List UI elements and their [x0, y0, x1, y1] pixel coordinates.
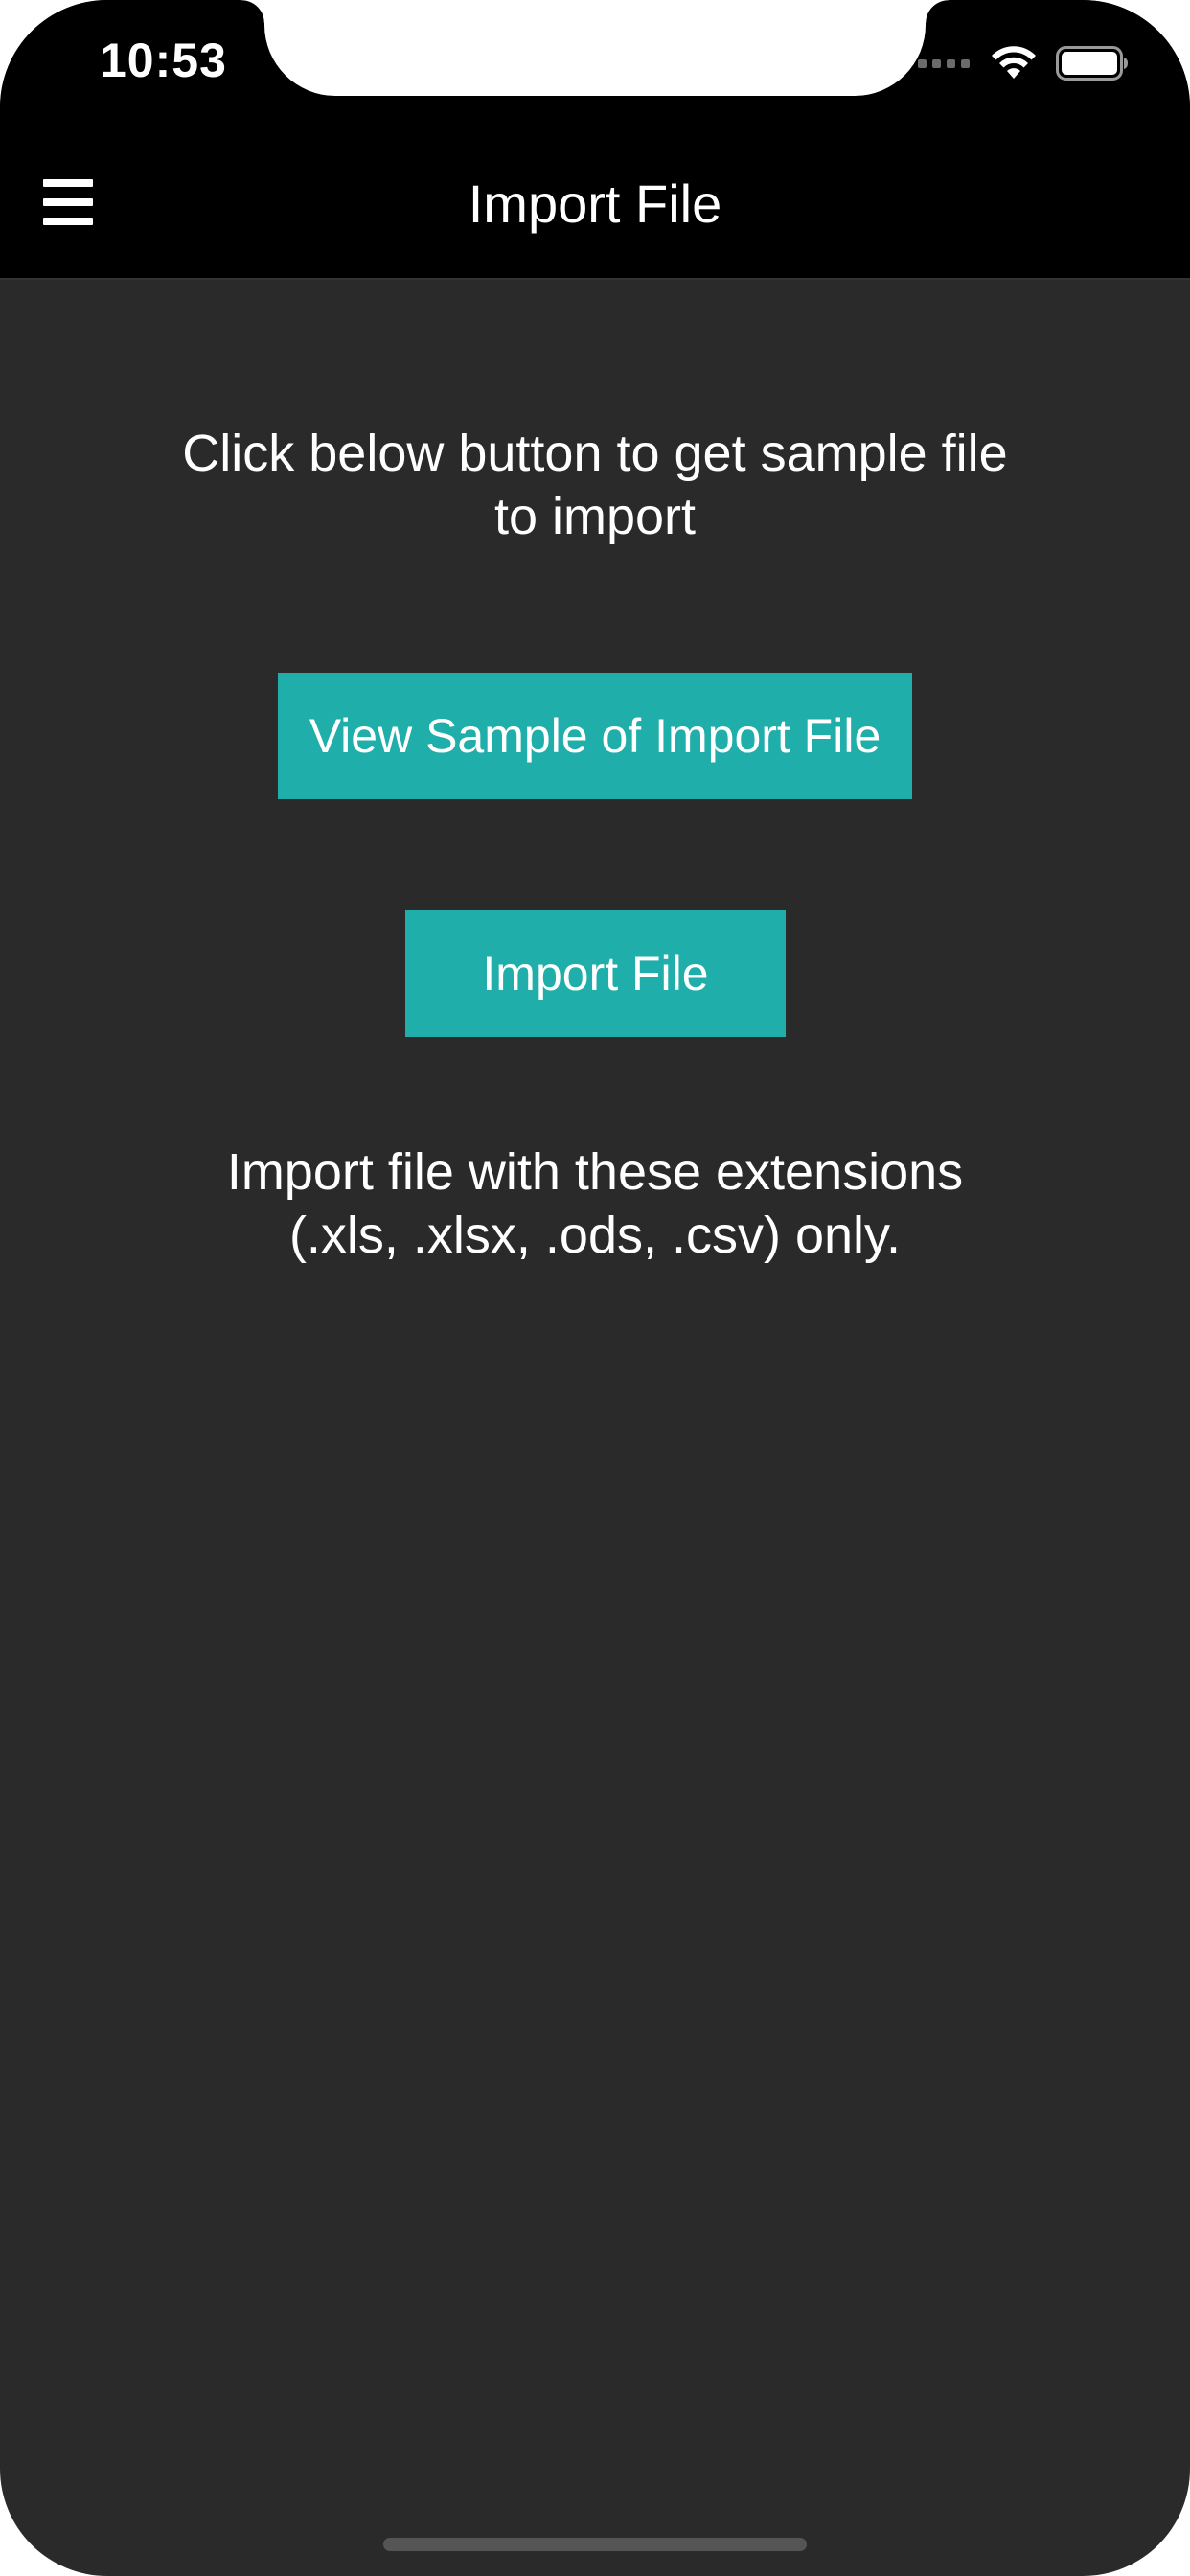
- nav-divider: [0, 278, 1190, 280]
- import-file-button[interactable]: Import File: [405, 910, 786, 1037]
- wifi-icon: [991, 46, 1037, 80]
- extensions-note-line-1: Import file with these extensions: [226, 1143, 964, 1201]
- status-icons: [918, 42, 1129, 84]
- extensions-note-line-2: (.xls, .xlsx, .ods, .csv) only.: [288, 1207, 902, 1264]
- extensions-note: Import file with these extensions (.xls,…: [115, 1140, 1075, 1267]
- instruction-line-2: to import: [493, 488, 697, 545]
- battery-icon: [1056, 46, 1129, 80]
- view-sample-button[interactable]: View Sample of Import File: [278, 673, 912, 799]
- instruction-text: Click below button to get sample file to…: [115, 422, 1075, 548]
- instruction-line-1: Click below button to get sample file: [182, 425, 1008, 482]
- page-title: Import File: [468, 173, 722, 234]
- signal-dots-icon: [918, 58, 970, 68]
- home-indicator[interactable]: [383, 2538, 807, 2551]
- device-notch: [241, 0, 949, 96]
- status-time: 10:53: [100, 34, 227, 87]
- app-screen: 10:53 Import File Click below button to …: [0, 0, 1190, 2576]
